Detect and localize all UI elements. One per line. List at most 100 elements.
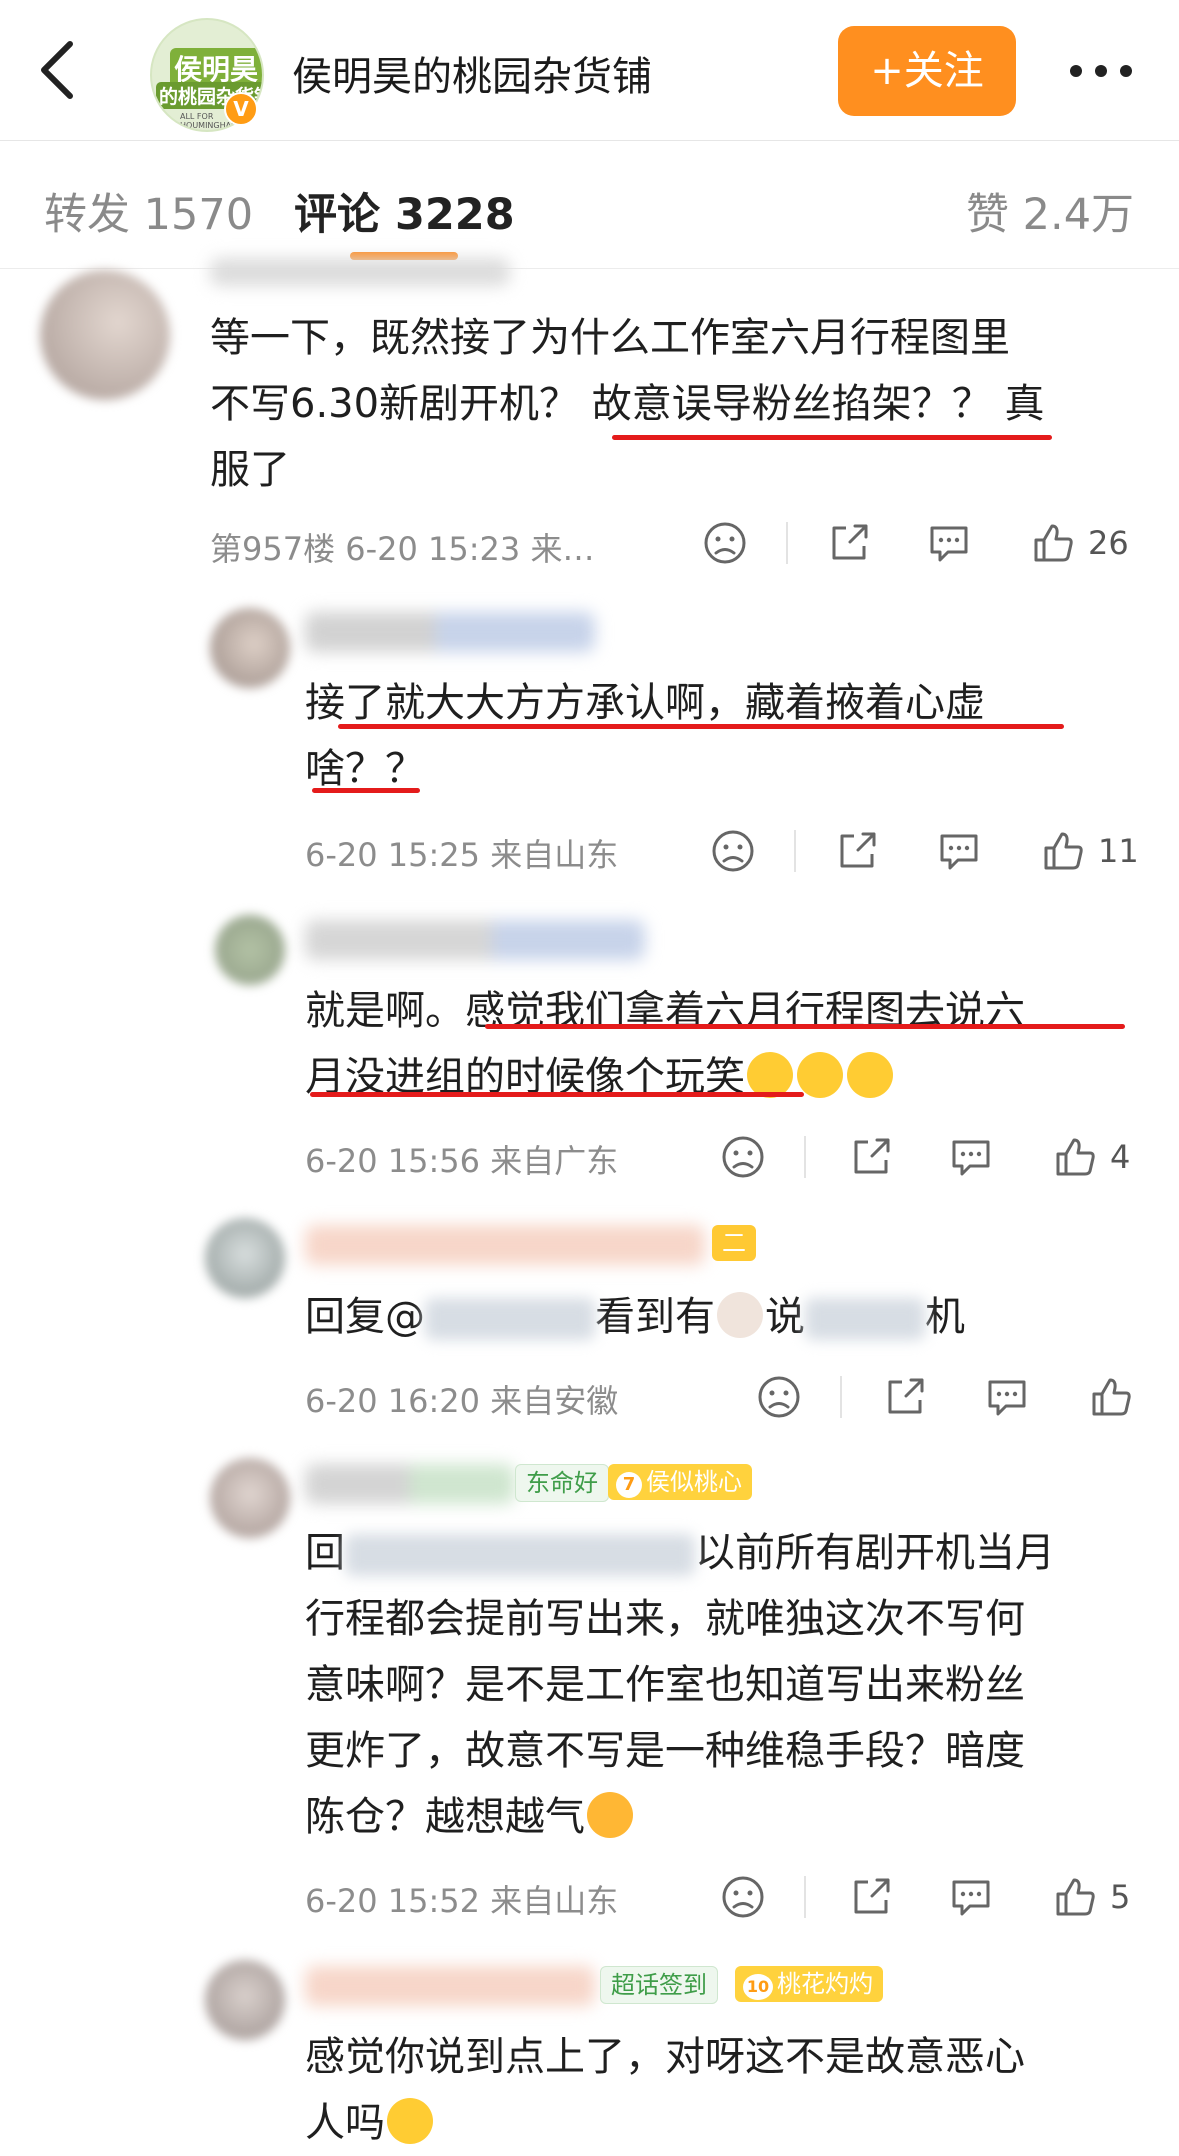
comment-text: 接了就大大方方承认啊，藏着掖着心虚 啥？？	[305, 670, 1165, 802]
comment-meta: 6-20 16:20 来自安徽	[305, 1382, 619, 1420]
red-underline	[310, 1092, 804, 1097]
frown-face-icon[interactable]	[720, 1134, 766, 1180]
tab-repost[interactable]: 转发 1570	[44, 180, 253, 242]
badge-level: 7	[616, 1472, 642, 1498]
comment-meta: 第957楼 6-20 15:23 来…	[210, 530, 595, 568]
comment-line: 陈仓？越想越气	[305, 1784, 1165, 1850]
frown-face-icon[interactable]	[720, 1874, 766, 1920]
like-count: 11	[1098, 832, 1139, 870]
frown-face-icon[interactable]	[756, 1374, 802, 1420]
fan-badge: 二	[712, 1225, 756, 1261]
thumbs-up-icon[interactable]	[1052, 1134, 1098, 1180]
share-icon[interactable]	[882, 1374, 928, 1420]
comment-text-part: 就是啊。	[305, 988, 465, 1034]
comment-line: 啥？？	[305, 746, 425, 792]
comment-text-part: 不写6.30新剧开机？	[210, 381, 580, 427]
verified-badge-icon: V	[224, 92, 258, 126]
red-underline	[312, 788, 420, 793]
redacted-text	[425, 1298, 595, 1340]
comment-bubble-icon[interactable]	[948, 1874, 994, 1920]
share-icon[interactable]	[848, 1134, 894, 1180]
comment-line: 意味啊？是不是工作室也知道写出来粉丝	[305, 1662, 1025, 1708]
account-title[interactable]: 侯明昊的桃园杂货铺	[292, 44, 652, 102]
comment-text-part: 人吗	[305, 2100, 385, 2146]
follow-button[interactable]: +关注	[838, 26, 1016, 116]
comment-text: 回 以前所有剧开机当月 行程都会提前写出来，就唯独这次不写何 意味啊？是不是工作室…	[305, 1520, 1165, 1850]
share-icon[interactable]	[834, 828, 880, 874]
username-blurred[interactable]	[305, 612, 595, 652]
thumbs-up-icon[interactable]	[1040, 828, 1086, 874]
avatar[interactable]	[215, 915, 285, 985]
avatar[interactable]	[205, 1960, 285, 2040]
frown-face-icon[interactable]	[710, 828, 756, 874]
tab-bar: 转发 1570 评论 3228 赞 2.4万	[0, 140, 1179, 269]
badge-level: 10	[743, 1974, 773, 2000]
comment-bubble-icon[interactable]	[984, 1374, 1030, 1420]
comment-meta: 6-20 15:25 来自山东	[305, 836, 619, 874]
comment-text: 感觉你说到点上了，对呀这不是故意恶心 人吗	[305, 2024, 1165, 2156]
fan-badge: 超话签到	[600, 1966, 718, 2004]
thinking-emoji-icon	[387, 2098, 433, 2144]
username-blurred[interactable]	[305, 1225, 705, 1265]
cow-emoji-icon	[717, 1292, 763, 1338]
thumbs-up-icon[interactable]	[1088, 1374, 1134, 1420]
thumbs-up-icon[interactable]	[1030, 520, 1076, 566]
comment-line: 人吗	[305, 2090, 1165, 2156]
redacted-text	[805, 1298, 925, 1340]
avatar[interactable]	[210, 608, 290, 688]
share-icon[interactable]	[826, 520, 872, 566]
red-underline	[338, 724, 1064, 729]
red-underline	[612, 435, 1052, 440]
tab-likes[interactable]: 赞 2.4万	[966, 180, 1134, 242]
badge-label: 侯似桃心	[646, 1468, 742, 1496]
comment-text: 等一下，既然接了为什么工作室六月行程图里 不写6.30新剧开机？ 故意误导粉丝掐…	[210, 305, 1170, 503]
comment-text-part: 说	[765, 1294, 805, 1340]
crying-emoji-icon	[847, 1052, 893, 1098]
badge-label: 桃花灼灼	[777, 1970, 873, 1998]
action-separator	[786, 522, 788, 564]
comment-bubble-icon[interactable]	[926, 520, 972, 566]
comment-text-part: 以前所有剧开机当月	[695, 1530, 1055, 1576]
comment-line: 感觉你说到点上了，对呀这不是故意恶心	[305, 2034, 1025, 2080]
comment-bubble-icon[interactable]	[948, 1134, 994, 1180]
comment-bubble-icon[interactable]	[936, 828, 982, 874]
username-blurred[interactable]	[305, 920, 645, 960]
share-icon[interactable]	[848, 1874, 894, 1920]
comment-text-part: 回	[305, 1530, 345, 1576]
tab-comments[interactable]: 评论 3228	[294, 180, 515, 242]
action-separator	[794, 830, 796, 872]
avatar[interactable]	[40, 270, 170, 400]
red-underline	[485, 1024, 1125, 1029]
crying-emoji-icon	[797, 1052, 843, 1098]
username-blurred[interactable]	[305, 1966, 595, 2006]
comment-meta: 6-20 15:56 来自广东	[305, 1142, 619, 1180]
comment-line: 等一下，既然接了为什么工作室六月行程图里	[210, 315, 1010, 361]
comment-line: 回复@ 看到有 说 机	[305, 1284, 1165, 1350]
comment-text-part: 陈仓？越想越气	[305, 1794, 585, 1840]
action-separator	[804, 1136, 806, 1178]
fan-level-badge: 7 侯似桃心	[608, 1464, 752, 1500]
angry-emoji-icon	[587, 1792, 633, 1838]
comment-line: 更炸了，故意不写是一种维稳手段？暗度	[305, 1728, 1025, 1774]
comment-line: 服了	[210, 447, 290, 493]
comment-line: 月没进组的时候像个玩笑	[305, 1044, 1165, 1110]
comment-meta: 6-20 15:52 来自山东	[305, 1882, 619, 1920]
comment-text-part: 机	[925, 1294, 965, 1340]
comment-line: 就是啊。感觉我们拿着六月行程图去说六	[305, 978, 1165, 1044]
comment-line: 回 以前所有剧开机当月	[305, 1520, 1165, 1586]
action-separator	[840, 1376, 842, 1418]
frown-face-icon[interactable]	[702, 520, 748, 566]
username-blurred[interactable]	[305, 1464, 515, 1504]
username-blurred[interactable]	[210, 258, 510, 286]
avatar[interactable]	[205, 1218, 285, 1298]
more-dots-icon[interactable]	[1066, 56, 1136, 86]
comment-line: 行程都会提前写出来，就唯独这次不写何	[305, 1596, 1025, 1642]
fan-level-badge: 10 桃花灼灼	[735, 1966, 883, 2002]
reply-mention[interactable]: 回复@	[305, 1294, 425, 1340]
avatar[interactable]	[210, 1458, 290, 1538]
comment-text-part: 真	[1004, 381, 1045, 427]
back-chevron-icon[interactable]	[30, 38, 90, 102]
action-separator	[804, 1876, 806, 1918]
thumbs-up-icon[interactable]	[1052, 1874, 1098, 1920]
comment-highlight-text: 故意误导粉丝掐架？？	[591, 381, 992, 427]
